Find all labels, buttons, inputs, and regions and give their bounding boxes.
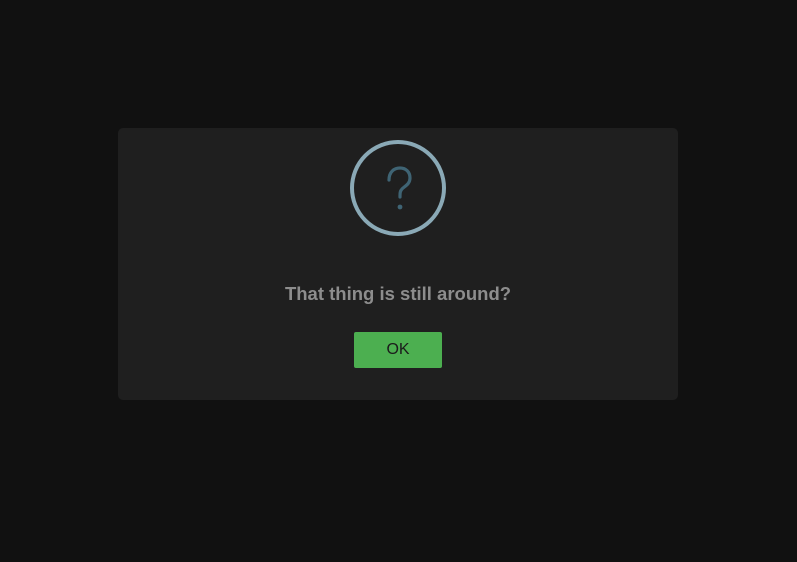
question-icon: [350, 140, 446, 236]
alert-dialog: That thing is still around? OK: [118, 128, 678, 400]
question-mark-glyph: [387, 166, 412, 210]
ok-button[interactable]: OK: [354, 332, 442, 368]
dialog-title: That thing is still around?: [284, 283, 512, 304]
